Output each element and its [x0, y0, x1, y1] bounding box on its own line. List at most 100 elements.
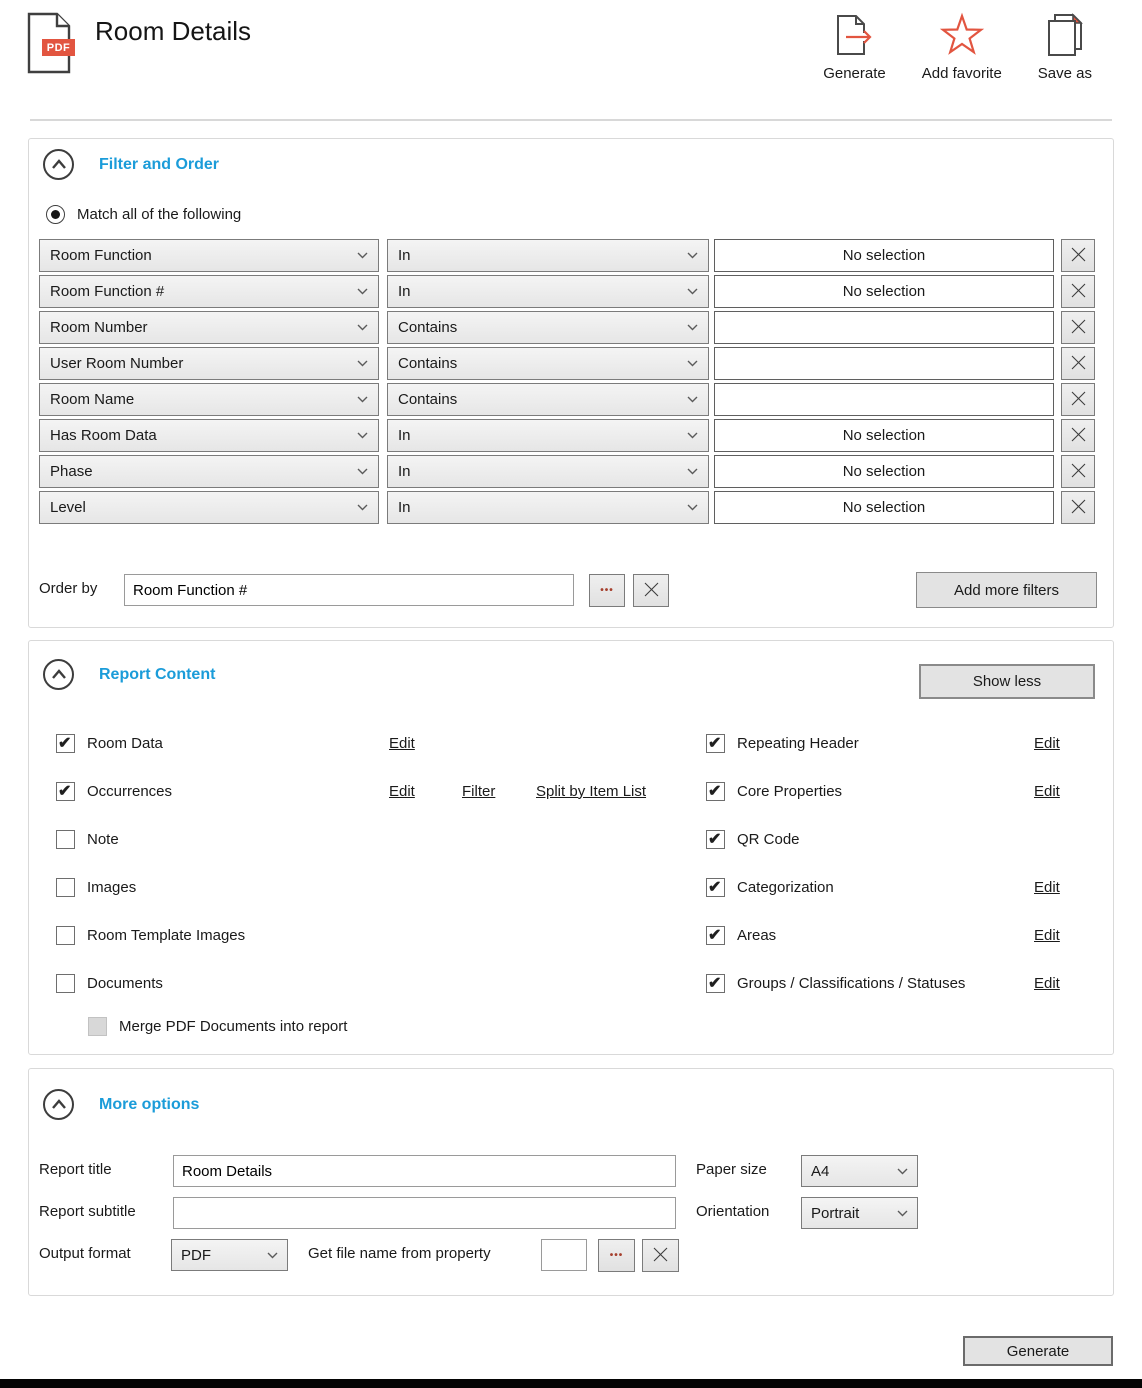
- edit-link[interactable]: Edit: [1034, 735, 1060, 752]
- remove-filter-button[interactable]: [1061, 491, 1095, 524]
- room-template-images-checkbox[interactable]: [56, 926, 75, 945]
- filter-operator-dropdown[interactable]: Contains: [387, 383, 709, 416]
- content-item-label: Note: [87, 831, 119, 848]
- documents-checkbox[interactable]: [56, 974, 75, 993]
- filter-operator-dropdown[interactable]: In: [387, 419, 709, 452]
- remove-filter-button[interactable]: [1061, 383, 1095, 416]
- areas-checkbox[interactable]: [706, 926, 725, 945]
- more-options-title: More options: [99, 1096, 199, 1114]
- add-favorite-button[interactable]: Add favorite: [922, 12, 1002, 82]
- filter-operator-dropdown[interactable]: Contains: [387, 311, 709, 344]
- filter-value-selector[interactable]: No selection: [714, 239, 1054, 272]
- filter-field-dropdown[interactable]: Has Room Data: [39, 419, 379, 452]
- groups-classifications-checkbox[interactable]: [706, 974, 725, 993]
- filter-operator-value: In: [398, 499, 411, 516]
- collapse-content-icon[interactable]: [43, 659, 74, 690]
- filter-field-value: Room Function: [50, 247, 152, 264]
- match-all-option[interactable]: Match all of the following: [46, 205, 241, 224]
- generate-button[interactable]: Generate: [963, 1336, 1113, 1366]
- order-by-browse-button[interactable]: •••: [589, 574, 625, 607]
- qr-code-checkbox[interactable]: [706, 830, 725, 849]
- close-icon: [1070, 354, 1087, 374]
- file-name-property-input[interactable]: [541, 1239, 587, 1271]
- filter-field-dropdown[interactable]: User Room Number: [39, 347, 379, 380]
- edit-link[interactable]: Edit: [1034, 783, 1060, 800]
- filter-value-input[interactable]: [714, 311, 1054, 344]
- save-as-button[interactable]: Save as: [1038, 12, 1092, 82]
- edit-link[interactable]: Edit: [1034, 975, 1060, 992]
- filter-operator-dropdown[interactable]: In: [387, 491, 709, 524]
- filter-operator-dropdown[interactable]: In: [387, 275, 709, 308]
- chevron-down-icon: [687, 252, 698, 259]
- filter-value-input[interactable]: [714, 383, 1054, 416]
- note-checkbox[interactable]: [56, 830, 75, 849]
- header-divider: [30, 119, 1112, 121]
- chevron-down-icon: [687, 288, 698, 295]
- chevron-down-icon: [687, 360, 698, 367]
- paper-size-dropdown[interactable]: A4: [801, 1155, 918, 1187]
- filter-operator-value: In: [398, 427, 411, 444]
- report-subtitle-label: Report subtitle: [39, 1203, 136, 1220]
- filter-field-dropdown[interactable]: Room Number: [39, 311, 379, 344]
- generate-header-label: Generate: [823, 65, 886, 82]
- report-title-input[interactable]: [173, 1155, 676, 1187]
- remove-filter-button[interactable]: [1061, 419, 1095, 452]
- filter-link[interactable]: Filter: [462, 783, 495, 800]
- chevron-down-icon: [357, 396, 368, 403]
- filter-operator-dropdown[interactable]: Contains: [387, 347, 709, 380]
- order-by-clear-button[interactable]: [633, 574, 669, 607]
- orientation-dropdown[interactable]: Portrait: [801, 1197, 918, 1229]
- remove-filter-button[interactable]: [1061, 347, 1095, 380]
- filter-field-dropdown[interactable]: Phase: [39, 455, 379, 488]
- remove-filter-button[interactable]: [1061, 239, 1095, 272]
- content-item-label: Areas: [737, 927, 776, 944]
- filter-operator-dropdown[interactable]: In: [387, 239, 709, 272]
- remove-filter-button[interactable]: [1061, 275, 1095, 308]
- room-data-checkbox[interactable]: [56, 734, 75, 753]
- generate-header-button[interactable]: Generate: [823, 12, 886, 82]
- file-name-property-label: Get file name from property: [308, 1245, 491, 1262]
- file-name-property-clear-button[interactable]: [642, 1239, 679, 1272]
- categorization-checkbox[interactable]: [706, 878, 725, 897]
- filter-field-dropdown[interactable]: Room Function: [39, 239, 379, 272]
- filter-operator-value: Contains: [398, 355, 457, 372]
- add-more-filters-button[interactable]: Add more filters: [916, 572, 1097, 608]
- filter-value-input[interactable]: [714, 347, 1054, 380]
- chevron-down-icon: [357, 432, 368, 439]
- split-by-item-list-link[interactable]: Split by Item List: [536, 783, 646, 800]
- filter-value-selector[interactable]: No selection: [714, 455, 1054, 488]
- remove-filter-button[interactable]: [1061, 311, 1095, 344]
- report-title-label: Report title: [39, 1161, 112, 1178]
- window-bottom-edge: [0, 1379, 1142, 1388]
- order-by-input[interactable]: [124, 574, 574, 606]
- images-checkbox[interactable]: [56, 878, 75, 897]
- repeating-header-checkbox[interactable]: [706, 734, 725, 753]
- ellipsis-icon: •••: [610, 1250, 624, 1261]
- output-format-dropdown[interactable]: PDF: [171, 1239, 288, 1271]
- filter-operator-value: In: [398, 283, 411, 300]
- occurrences-checkbox[interactable]: [56, 782, 75, 801]
- filter-field-dropdown[interactable]: Level: [39, 491, 379, 524]
- edit-link[interactable]: Edit: [1034, 879, 1060, 896]
- filter-value-selector[interactable]: No selection: [714, 419, 1054, 452]
- filter-field-dropdown[interactable]: Room Name: [39, 383, 379, 416]
- match-all-radio[interactable]: [46, 205, 65, 224]
- filter-field-value: Has Room Data: [50, 427, 157, 444]
- filter-value-selector[interactable]: No selection: [714, 275, 1054, 308]
- filter-operator-dropdown[interactable]: In: [387, 455, 709, 488]
- edit-link[interactable]: Edit: [389, 783, 415, 800]
- filter-value-selector[interactable]: No selection: [714, 491, 1054, 524]
- content-item-row: Core Properties Edit: [706, 779, 1101, 803]
- edit-link[interactable]: Edit: [1034, 927, 1060, 944]
- report-content-section: Report Content Show less Room Data Edit …: [28, 640, 1114, 1055]
- collapse-filter-icon[interactable]: [43, 149, 74, 180]
- edit-link[interactable]: Edit: [389, 735, 415, 752]
- core-properties-checkbox[interactable]: [706, 782, 725, 801]
- content-item-row: Room Data Edit: [56, 731, 686, 755]
- show-less-button[interactable]: Show less: [919, 664, 1095, 699]
- filter-field-dropdown[interactable]: Room Function #: [39, 275, 379, 308]
- remove-filter-button[interactable]: [1061, 455, 1095, 488]
- file-name-property-browse-button[interactable]: •••: [598, 1239, 635, 1272]
- collapse-options-icon[interactable]: [43, 1089, 74, 1120]
- report-subtitle-input[interactable]: [173, 1197, 676, 1229]
